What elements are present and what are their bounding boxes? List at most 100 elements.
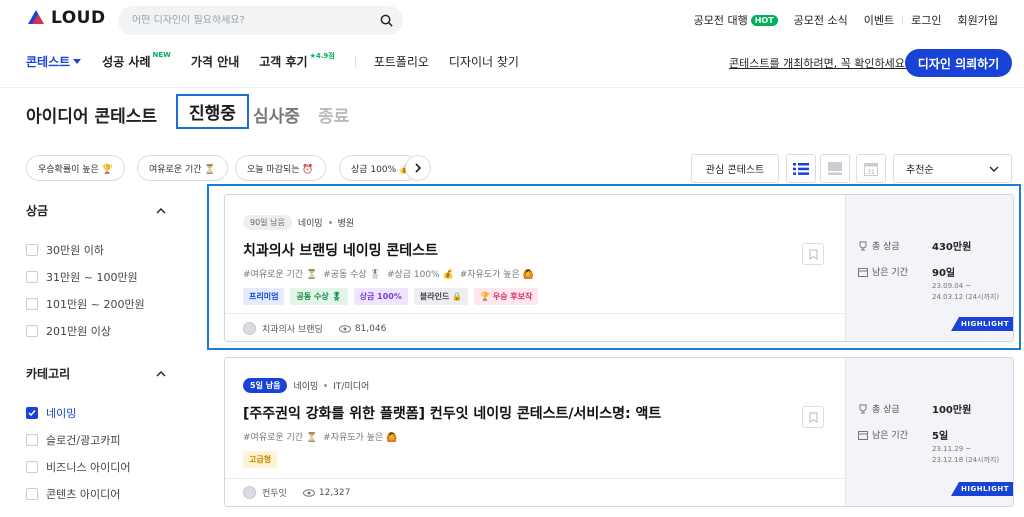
calendar-view-button[interactable]: 31 — [856, 154, 886, 183]
nav-label: 성공 사례 — [102, 55, 151, 69]
calendar-icon — [858, 430, 868, 440]
divider — [354, 55, 356, 68]
card-category: 네이밍 — [293, 382, 319, 392]
highlight-badge: HIGHLIGHT — [950, 482, 1013, 496]
chip-relaxed-period[interactable]: 여유로운 기간 ⏳ — [137, 155, 228, 181]
checkbox[interactable] — [26, 488, 38, 500]
card-view-icon — [828, 162, 842, 175]
date-end: 24.03.12 (24시까지) — [932, 293, 1000, 301]
checkbox[interactable] — [26, 298, 38, 310]
card-industry: 병원 — [337, 219, 355, 229]
card-title[interactable]: 치과의사 브랜딩 네이밍 콘테스트 — [243, 240, 438, 260]
bookmark-button[interactable] — [802, 406, 824, 428]
trophy-icon — [859, 404, 867, 413]
link-events[interactable]: 이벤트 — [856, 12, 902, 28]
prize-option-4[interactable]: 201만원 이상 — [26, 323, 111, 339]
date-start: 23.11.29 ~ — [932, 445, 972, 453]
tag: #자유도가 높은 🙆 — [459, 270, 534, 280]
bookmark-button[interactable] — [802, 243, 824, 265]
list-view-button[interactable] — [786, 154, 816, 183]
option-label: 콘텐츠 아이디어 — [46, 488, 121, 501]
bookmark-icon — [809, 412, 817, 423]
pill-joint-award: 공동 수상 🎖 — [290, 288, 348, 305]
link-signup[interactable]: 회원가입 — [950, 12, 1006, 28]
eye-icon — [302, 488, 315, 497]
link-label: 공모전 대행 — [693, 14, 748, 27]
card-view-button[interactable] — [820, 154, 850, 183]
avatar — [243, 486, 256, 499]
trophy-icon — [859, 241, 867, 250]
tab-ongoing[interactable]: 진행중 — [176, 94, 249, 129]
logo-text: LOUD — [51, 8, 106, 28]
owner-name: 컨두잇 — [262, 489, 287, 499]
contest-card[interactable]: 5일 남음 네이밍 IT/미디어 [주주권익 강화를 위한 플랫폼] 컨두잇 네… — [224, 357, 1014, 507]
chevron-right-icon — [415, 163, 422, 173]
checkbox[interactable] — [26, 434, 38, 446]
chip-high-win-rate[interactable]: 우승확률이 높은 🏆 — [26, 155, 125, 181]
chips-next-button[interactable] — [405, 155, 431, 181]
prize-option-3[interactable]: 101만원 ~ 200만원 — [26, 296, 145, 312]
category-filter-header[interactable]: 카테고리 — [26, 365, 166, 382]
link-contest-agency[interactable]: 공모전 대행 HOT — [686, 12, 786, 28]
checkbox[interactable] — [26, 271, 38, 283]
nav-reviews[interactable]: 고객 후기 ★4.9점 — [259, 52, 334, 70]
pill-advanced: 고급형 — [243, 451, 278, 468]
view-count: 81,046 — [354, 323, 387, 334]
tab-ended[interactable]: 종료 — [318, 102, 349, 127]
card-summary: 총 상금 100만원 남은 기간 5일 23.11.29 ~ 23.12.18 … — [845, 358, 1013, 506]
card-main: 5일 남음 네이밍 IT/미디어 [주주권익 강화를 위한 플랫폼] 컨두잇 네… — [225, 358, 845, 506]
search-bar[interactable] — [118, 6, 403, 35]
logo-mark-icon — [28, 10, 44, 24]
request-design-button[interactable]: 디자인 의뢰하기 — [905, 49, 1012, 77]
category-option-content[interactable]: 콘텐츠 아이디어 — [26, 486, 120, 502]
link-contest-news[interactable]: 공모전 소식 — [786, 12, 856, 28]
chip-ends-today[interactable]: 오늘 마감되는 ⏰ — [235, 155, 326, 181]
list-view-icon — [793, 162, 809, 175]
tab-judging[interactable]: 심사중 — [253, 102, 300, 127]
eye-icon — [338, 324, 351, 333]
nav-success-cases[interactable]: 성공 사례 NEW — [102, 51, 171, 70]
calendar-icon: 31 — [864, 162, 878, 176]
search-icon[interactable] — [380, 14, 393, 27]
notice-link[interactable]: 콘테스트를 개최하려면, 꼭 확인하세요! — [729, 55, 909, 71]
prize-option-1[interactable]: 30만원 이하 — [26, 242, 104, 258]
nav-pricing[interactable]: 가격 안내 — [191, 53, 239, 70]
nav-portfolio[interactable]: 포트폴리오 — [374, 53, 429, 70]
checkbox-checked[interactable] — [26, 407, 38, 419]
checkbox[interactable] — [26, 461, 38, 473]
svg-text:31: 31 — [867, 169, 875, 176]
new-badge: NEW — [152, 51, 171, 59]
link-login[interactable]: 로그인 — [903, 12, 949, 28]
prize-row: 총 상금 100만원 — [858, 402, 971, 416]
card-tags: #여유로운 기간 ⏳ #공동 수상 🎖 #상금 100% 💰 #자유도가 높은 … — [243, 267, 534, 280]
prize-option-2[interactable]: 31만원 ~ 100만원 — [26, 269, 138, 285]
contest-card[interactable]: 90일 남음 네이밍 병원 치과의사 브랜딩 네이밍 콘테스트 #여유로운 기간… — [224, 194, 1014, 342]
prize-label: 총 상금 — [872, 405, 900, 415]
category-option-slogan[interactable]: 슬로건/광고카피 — [26, 432, 121, 448]
logo[interactable]: LOUD — [26, 8, 106, 28]
dot-separator — [328, 221, 332, 224]
nav-find-designer[interactable]: 디자이너 찾기 — [449, 53, 519, 70]
bookmark-icon — [809, 249, 817, 260]
search-input[interactable] — [132, 15, 362, 26]
tag: #여유로운 기간 ⏳ — [243, 433, 318, 443]
period-label: 남은 기간 — [872, 268, 908, 278]
tag: #여유로운 기간 ⏳ — [243, 270, 318, 280]
card-title[interactable]: [주주권익 강화를 위한 플랫폼] 컨두잇 네이밍 콘테스트/서비스명: 액트 — [243, 403, 661, 423]
prize-value: 430만원 — [932, 242, 972, 253]
period-row: 남은 기간 5일 — [858, 428, 948, 442]
prize-filter-header[interactable]: 상금 — [26, 202, 166, 219]
nav-contest[interactable]: 콘테스트 — [26, 53, 82, 70]
sort-select[interactable]: 추천순 — [893, 154, 1012, 183]
checkbox[interactable] — [26, 325, 38, 337]
option-label: 비즈니스 아이디어 — [46, 461, 131, 474]
checkbox[interactable] — [26, 244, 38, 256]
owner-name: 치과의사 브랜딩 — [262, 325, 323, 335]
favorite-contests-button[interactable]: 관심 콘테스트 — [691, 154, 779, 183]
prize-filter-title: 상금 — [26, 204, 49, 218]
category-option-business[interactable]: 비즈니스 아이디어 — [26, 459, 130, 475]
sort-value: 추천순 — [906, 165, 934, 176]
tag: #상금 100% 💰 — [386, 270, 454, 280]
category-option-naming[interactable]: 네이밍 — [26, 405, 76, 421]
card-main: 90일 남음 네이밍 병원 치과의사 브랜딩 네이밍 콘테스트 #여유로운 기간… — [225, 195, 845, 341]
